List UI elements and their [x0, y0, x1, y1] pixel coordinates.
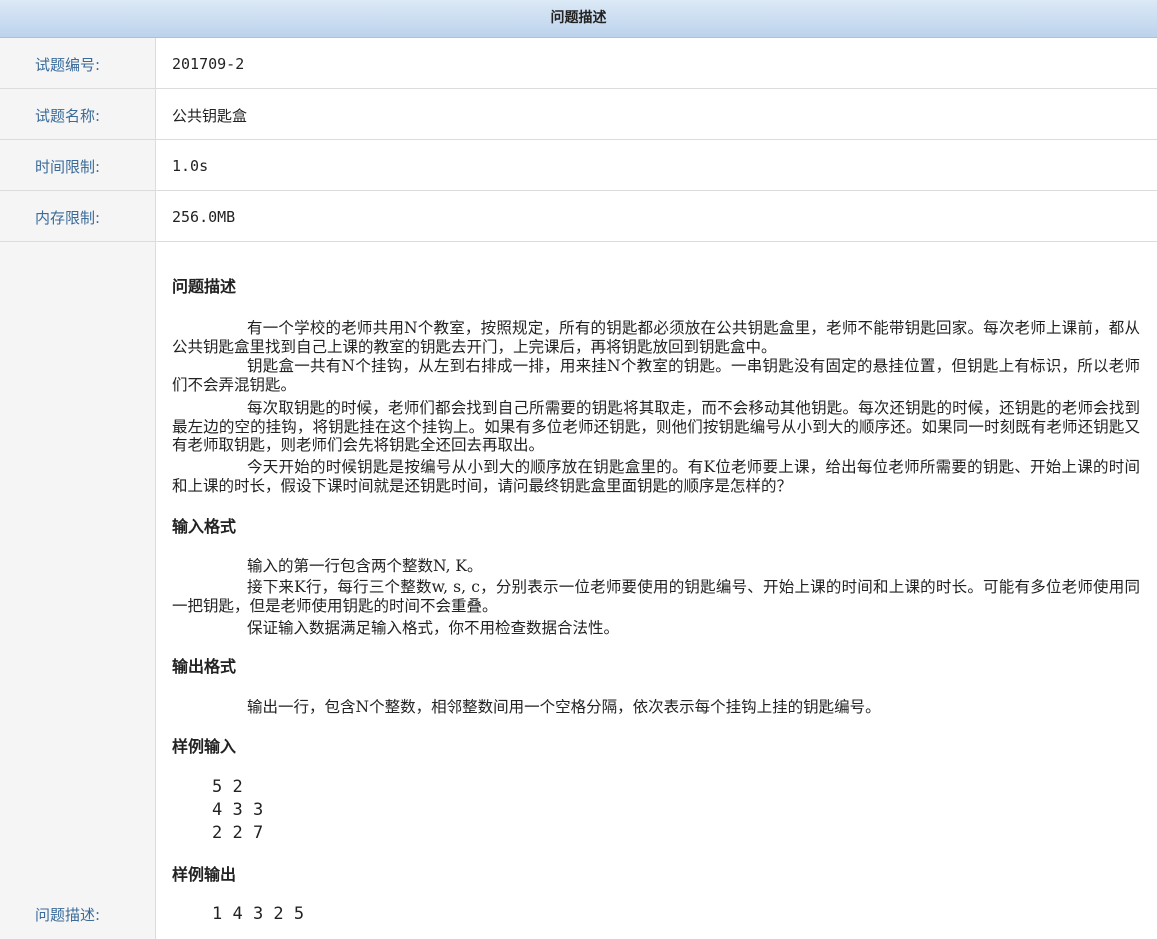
description-paragraph: 今天开始的时候钥匙是按编号从小到大的顺序放在钥匙盒里的。有K位老师要上课，给出每… [172, 458, 1140, 495]
value-time-limit: 1.0s [172, 157, 209, 175]
label-memory-limit: 内存限制: [35, 209, 101, 227]
info-row-memory: 内存限制: 256.0MB [0, 191, 1157, 242]
sample-input-line: 4 3 3 [212, 800, 264, 820]
sample-output-line: 1 4 3 2 5 [212, 904, 305, 924]
description-title: 问题描述 [172, 277, 237, 296]
label-problem-name: 试题名称: [35, 107, 101, 125]
header-title: 问题描述 [550, 10, 607, 26]
input-format-title: 输入格式 [172, 517, 237, 536]
value-problem-id: 201709-2 [172, 55, 245, 73]
value-problem-name: 公共钥匙盒 [172, 107, 248, 125]
sample-input-title: 样例输入 [172, 737, 237, 756]
info-row-time: 时间限制: 1.0s [0, 140, 1157, 191]
section-header: 问题描述 [0, 0, 1157, 38]
description-paragraph: 钥匙盒一共有N个挂钩，从左到右排成一排，用来挂N个教室的钥匙。一串钥匙没有固定的… [172, 357, 1140, 394]
output-format-title: 输出格式 [172, 657, 237, 676]
sample-input-line: 2 2 7 [212, 823, 264, 843]
problem-row: 问题描述: 问题描述 有一个学校的老师共用N个教室，按照规定，所有的钥匙都必须放… [0, 242, 1157, 939]
description-paragraph: 每次取钥匙的时候，老师们都会找到自己所需要的钥匙将其取走，而不会移动其他钥匙。每… [172, 399, 1140, 454]
label-problem-id: 试题编号: [35, 56, 101, 74]
value-memory-limit: 256.0MB [172, 208, 236, 226]
info-row-name: 试题名称: 公共钥匙盒 [0, 89, 1157, 140]
info-row-id: 试题编号: 201709-2 [0, 38, 1157, 89]
input-paragraph: 输入的第一行包含两个整数N, K。 [247, 557, 483, 575]
description-paragraph: 有一个学校的老师共用N个教室，按照规定，所有的钥匙都必须放在公共钥匙盒里，老师不… [172, 319, 1140, 356]
label-time-limit: 时间限制: [35, 158, 101, 176]
input-paragraph: 保证输入数据满足输入格式，你不用检查数据合法性。 [247, 619, 620, 637]
sample-input-line: 5 2 [212, 777, 243, 797]
label-problem-description: 问题描述: [35, 906, 101, 924]
output-paragraph: 输出一行，包含N个整数，相邻整数间用一个空格分隔，依次表示每个挂钩上挂的钥匙编号… [247, 698, 881, 716]
sample-output-title: 样例输出 [172, 865, 237, 884]
input-paragraph: 接下来K行，每行三个整数w, s, c，分别表示一位老师要使用的钥匙编号、开始上… [172, 578, 1140, 615]
label-cell [0, 242, 156, 939]
